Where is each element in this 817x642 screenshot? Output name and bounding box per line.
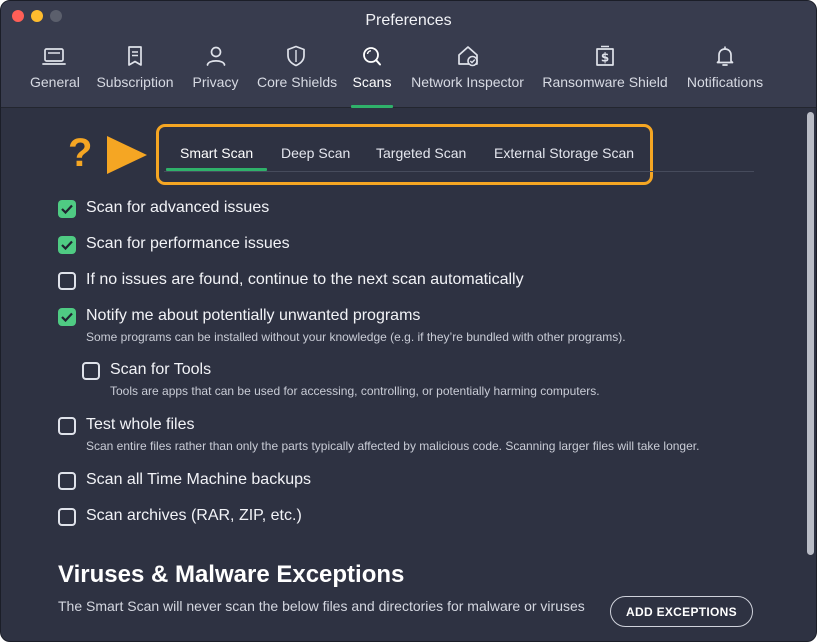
exceptions-title: Viruses & Malware Exceptions — [58, 561, 405, 588]
scan-for-tools-checkbox[interactable] — [82, 362, 100, 380]
preferences-toolbar: General Subscription Privacy Core Shield… — [1, 41, 816, 108]
scan-icon — [363, 47, 381, 66]
tab-scans[interactable]: Scans — [351, 41, 393, 108]
laptop-icon — [42, 48, 66, 65]
subtab-active-indicator — [166, 168, 267, 171]
tab-notifications-label: Notifications — [686, 74, 764, 90]
scan-for-tools-label: Scan for Tools — [110, 361, 212, 378]
person-icon — [206, 46, 225, 66]
tab-core-shields[interactable]: Core Shields — [257, 41, 338, 108]
home-network-icon — [457, 46, 478, 67]
subtab-deep-scan[interactable]: Deep Scan — [281, 145, 350, 161]
tab-subscription[interactable]: Subscription — [96, 41, 174, 108]
tab-ransomware-shield[interactable]: $ Ransomware Shield — [542, 41, 668, 108]
question-mark-annotation: ? — [68, 131, 93, 175]
test-whole-files-label: Test whole files — [86, 416, 195, 433]
tab-privacy[interactable]: Privacy — [192, 41, 239, 108]
preferences-window: Preferences General Subscription Privacy… — [0, 0, 817, 642]
unwanted-programs-description: Some programs can be installed without y… — [86, 330, 626, 344]
tab-privacy-label: Privacy — [192, 74, 239, 90]
tab-core-shields-label: Core Shields — [257, 74, 338, 90]
advanced-issues-checkbox[interactable] — [58, 200, 76, 218]
tab-network-inspector[interactable]: Network Inspector — [409, 41, 526, 108]
tab-network-inspector-label: Network Inspector — [411, 74, 524, 90]
time-machine-backups-checkbox[interactable] — [58, 472, 76, 490]
continue-next-scan-label: If no issues are found, continue to the … — [86, 271, 524, 288]
tab-scans-label: Scans — [352, 74, 392, 90]
performance-issues-label: Scan for performance issues — [86, 235, 290, 252]
subtab-smart-scan[interactable]: Smart Scan — [180, 145, 253, 161]
add-exceptions-button[interactable]: ADD EXCEPTIONS — [610, 596, 753, 627]
tab-notifications[interactable]: Notifications — [684, 41, 766, 108]
bell-icon — [716, 46, 734, 66]
subtab-external-storage-scan[interactable]: External Storage Scan — [494, 145, 634, 161]
performance-issues-checkbox[interactable] — [58, 236, 76, 254]
arrow-annotation-icon — [107, 136, 147, 174]
tab-ransomware-shield-label: Ransomware Shield — [542, 74, 668, 90]
window-title: Preferences — [365, 12, 452, 29]
shield-icon — [287, 45, 305, 67]
scan-archives-label: Scan archives (RAR, ZIP, etc.) — [86, 507, 302, 524]
unwanted-programs-label: Notify me about potentially unwanted pro… — [86, 307, 421, 324]
test-whole-files-checkbox[interactable] — [58, 417, 76, 435]
checkmark-icon — [61, 204, 73, 214]
svg-text:$: $ — [601, 51, 609, 65]
unwanted-programs-checkbox[interactable] — [58, 308, 76, 326]
scans-content: ? Smart Scan Deep Scan Targeted Scan Ext… — [1, 109, 816, 641]
titlebar: Preferences General Subscription Privacy… — [1, 1, 816, 108]
subtabs-divider — [164, 171, 754, 172]
scan-for-tools-description: Tools are apps that can be used for acce… — [110, 384, 600, 398]
test-whole-files-description: Scan entire files rather than only the p… — [86, 439, 700, 453]
tab-subscription-label: Subscription — [96, 74, 174, 90]
scan-archives-checkbox[interactable] — [58, 508, 76, 526]
ransomware-icon: $ — [596, 45, 614, 66]
document-icon — [128, 46, 142, 66]
vertical-scrollbar[interactable] — [807, 112, 814, 555]
tab-general[interactable]: General — [30, 41, 80, 108]
advanced-issues-label: Scan for advanced issues — [86, 199, 270, 216]
checkmark-icon — [61, 312, 73, 322]
subtab-targeted-scan[interactable]: Targeted Scan — [376, 145, 466, 161]
time-machine-backups-label: Scan all Time Machine backups — [86, 471, 311, 488]
continue-next-scan-checkbox[interactable] — [58, 272, 76, 290]
checkmark-icon — [61, 240, 73, 250]
tab-general-label: General — [30, 74, 80, 90]
exceptions-description: The Smart Scan will never scan the below… — [58, 598, 585, 614]
